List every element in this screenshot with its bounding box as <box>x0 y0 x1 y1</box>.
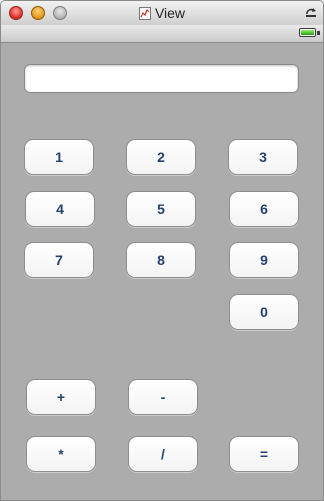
battery-terminal <box>317 31 320 35</box>
window-resize-icon[interactable] <box>305 7 317 19</box>
key-3-button[interactable]: 3 <box>228 139 298 175</box>
key-9-button[interactable]: 9 <box>229 242 299 278</box>
graph-document-icon <box>138 7 151 20</box>
simulator-window: View 1 2 3 4 5 6 7 8 9 0 + - * / = <box>0 0 324 501</box>
multiply-button[interactable]: * <box>26 436 96 472</box>
calculator-display-field[interactable] <box>24 64 299 93</box>
title-bar[interactable]: View <box>1 1 323 26</box>
key-1-button[interactable]: 1 <box>24 139 94 175</box>
window-title-group: View <box>1 5 323 21</box>
battery-level-fill <box>301 30 314 35</box>
battery-full-icon <box>299 28 316 37</box>
window-title: View <box>154 5 186 21</box>
key-8-button[interactable]: 8 <box>126 242 196 278</box>
equals-button[interactable]: = <box>229 436 299 472</box>
key-0-button[interactable]: 0 <box>229 294 299 330</box>
key-6-button[interactable]: 6 <box>229 191 299 227</box>
key-5-button[interactable]: 5 <box>126 191 196 227</box>
key-7-button[interactable]: 7 <box>24 242 94 278</box>
key-4-button[interactable]: 4 <box>25 191 95 227</box>
calculator-view: 1 2 3 4 5 6 7 8 9 0 + - * / = <box>1 43 323 500</box>
divide-button[interactable]: / <box>128 436 198 472</box>
plus-button[interactable]: + <box>26 379 96 415</box>
minus-button[interactable]: - <box>128 379 198 415</box>
key-2-button[interactable]: 2 <box>126 139 196 175</box>
device-status-bar <box>1 25 323 43</box>
